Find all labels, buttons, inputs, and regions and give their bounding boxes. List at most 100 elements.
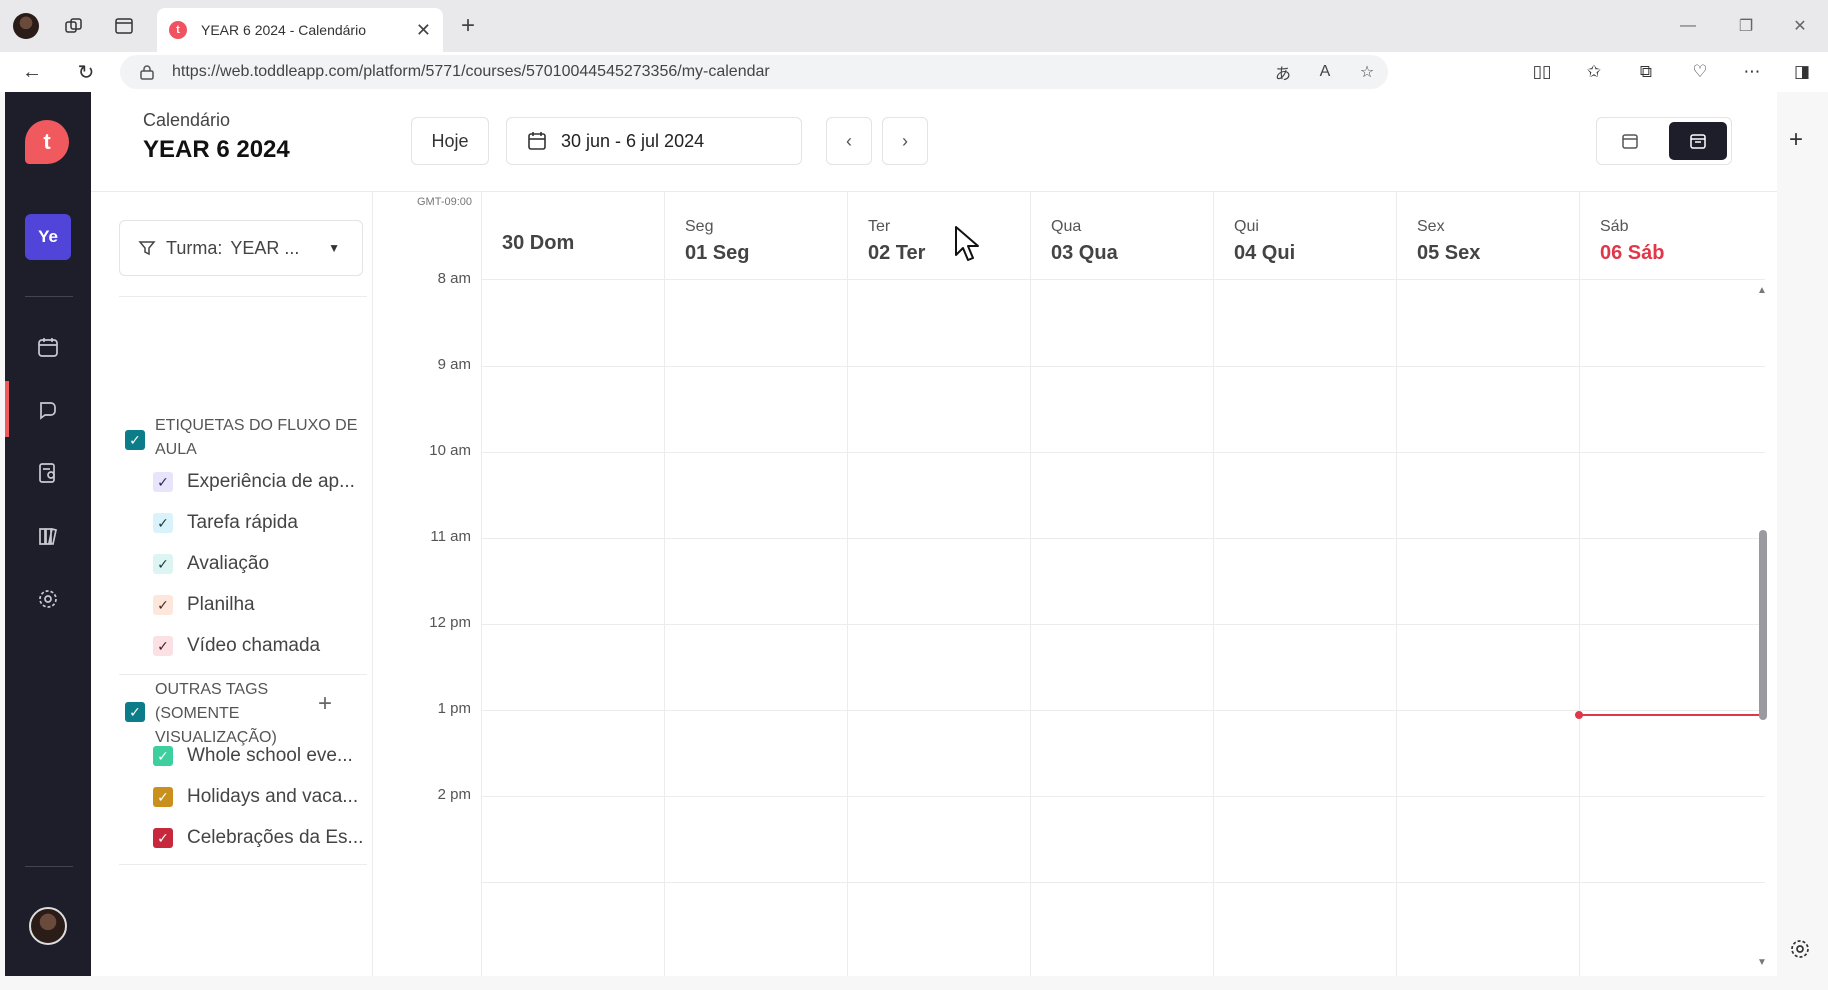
minimize-icon[interactable]: — [1668,12,1708,40]
favorites-icon[interactable]: ✩ [1578,56,1610,88]
day-header-fri[interactable]: Sex 05 Sex [1396,192,1579,280]
checkbox[interactable]: ✓ [153,513,173,533]
prev-week-button[interactable]: ‹ [826,117,872,165]
read-aloud-icon[interactable]: A [1304,63,1346,81]
time-label: 8 am [437,270,471,287]
day-header-mon[interactable]: Seg 01 Seg [664,192,847,280]
new-tab-icon[interactable]: + [454,12,482,40]
vertical-tabs-icon[interactable] [110,12,138,40]
filter-separator [119,674,367,675]
split-screen-icon[interactable]: ▯▯ [1526,56,1558,88]
more-menu-icon[interactable]: ⋯ [1736,56,1768,88]
favorite-star-icon[interactable]: ☆ [1346,62,1388,82]
active-tab[interactable]: t YEAR 6 2024 - Calendário ✕ [157,8,443,52]
collections-icon[interactable]: ⧉ [1630,56,1662,88]
restore-icon[interactable]: ❐ [1726,12,1766,40]
scroll-thumb[interactable] [1759,530,1767,720]
filter-item-label: Planilha [187,594,255,615]
filter-item[interactable]: ✓ Holidays and vaca... [153,783,358,811]
checkbox[interactable]: ✓ [153,472,173,492]
hour-line [481,366,1765,367]
checkbox[interactable]: ✓ [153,746,173,766]
browser-essentials-icon[interactable]: ♡ [1684,56,1716,88]
day-line [1396,280,1397,976]
hour-line [481,796,1765,797]
close-window-icon[interactable]: ✕ [1780,12,1820,40]
day-number: 04 Qui [1234,242,1296,264]
filter-item[interactable]: ✓ Tarefa rápida [153,509,298,537]
filter-item[interactable]: ✓ Experiência de ap... [153,468,355,496]
day-name: Qui [1234,218,1259,235]
checkbox[interactable]: ✓ [153,636,173,656]
reload-icon[interactable]: ↻ [70,56,102,88]
hour-line [481,710,1765,711]
library-icon[interactable] [33,521,63,551]
tab-title: YEAR 6 2024 - Calendário [201,22,366,38]
time-gutter: 8 am 9 am 10 am 11 am 12 pm 1 pm 2 pm [409,270,481,976]
sidebar-toggle-icon[interactable]: ◨ [1786,56,1818,88]
calendar-grid[interactable] [481,280,1765,976]
scroll-down-icon[interactable]: ▼ [1756,956,1768,968]
hour-line [481,452,1765,453]
turma-dropdown[interactable]: Turma: YEAR ... ▼ [119,220,363,276]
sidebar-settings-icon[interactable] [1789,938,1811,965]
view-toggle [1596,117,1732,165]
address-toolbar: ← ↻ https://web.toddleapp.com/platform/5… [0,52,1828,92]
week-view-button[interactable] [1669,122,1727,160]
group-label-other-tags: OUTRAS TAGS (SOMENTE VISUALIZAÇÃO) [155,681,277,746]
day-header-sun[interactable]: 30 Dom [481,192,664,280]
turma-value: YEAR ... [230,237,300,258]
day-number: 01 Seg [685,242,750,264]
date-range-picker[interactable]: 30 jun - 6 jul 2024 [506,117,802,165]
back-icon[interactable]: ← [16,56,48,88]
settings-icon[interactable] [33,584,63,614]
filter-item[interactable]: ✓ Planilha [153,591,255,619]
checkbox[interactable]: ✓ [153,828,173,848]
chat-icon[interactable] [33,395,63,425]
time-label: 2 pm [437,786,471,803]
day-header-wed[interactable]: Qua 03 Qua [1030,192,1213,280]
add-sidebar-app-icon[interactable]: + [1789,126,1803,154]
address-bar[interactable]: https://web.toddleapp.com/platform/5771/… [120,55,1388,89]
day-header-thu[interactable]: Qui 04 Qui [1213,192,1396,280]
filter-item[interactable]: ✓ Avaliação [153,550,269,578]
toddle-logo[interactable]: t [25,120,69,164]
filter-item[interactable]: ✓ Celebrações da Es... [153,824,363,852]
profile-avatar-icon[interactable] [12,12,40,40]
group-checkbox-lesson-tags[interactable]: ✓ [125,430,145,450]
filter-separator [119,864,367,865]
url-text: https://web.toddleapp.com/platform/5771/… [172,63,770,80]
group-checkbox-other-tags[interactable]: ✓ [125,702,145,722]
calendar-day-header: 30 Dom Seg 01 Seg Ter 02 Ter Qua 03 Qua … [481,192,1765,280]
calendar-small-icon [528,132,546,150]
day-header-sat[interactable]: Sáb 06 Sáb [1579,192,1765,280]
today-button[interactable]: Hoje [411,117,489,165]
day-name: Sáb [1600,218,1629,235]
workspaces-icon[interactable] [60,12,88,40]
day-view-button[interactable] [1601,122,1659,160]
course-badge[interactable]: Ye [25,214,71,260]
checkbox[interactable]: ✓ [153,595,173,615]
translate-icon[interactable]: あ [1262,60,1304,84]
rail-divider-bottom [25,866,73,867]
student-report-icon[interactable] [33,458,63,488]
chevron-left-icon: ‹ [846,130,852,151]
checkbox[interactable]: ✓ [153,554,173,574]
next-week-button[interactable]: › [882,117,928,165]
lock-icon [140,64,154,80]
filter-item[interactable]: ✓ Whole school eve... [153,742,353,770]
calendar-scrollbar[interactable]: ▲ ▼ [1756,280,1768,976]
close-tab-icon[interactable]: ✕ [416,20,431,41]
checkbox[interactable]: ✓ [153,787,173,807]
timezone-label: GMT-09:00 [417,196,473,208]
calendar-day-icon [1622,134,1638,149]
tab-bar: t YEAR 6 2024 - Calendário ✕ + — ❐ ✕ [0,0,1828,52]
time-label: 9 am [437,356,471,373]
day-header-tue[interactable]: Ter 02 Ter [847,192,1030,280]
hour-line [481,538,1765,539]
add-tag-icon[interactable]: + [313,690,337,717]
calendar-icon[interactable] [33,332,63,362]
user-avatar[interactable] [29,907,67,945]
filter-item[interactable]: ✓ Vídeo chamada [153,632,320,660]
scroll-up-icon[interactable]: ▲ [1756,284,1768,296]
